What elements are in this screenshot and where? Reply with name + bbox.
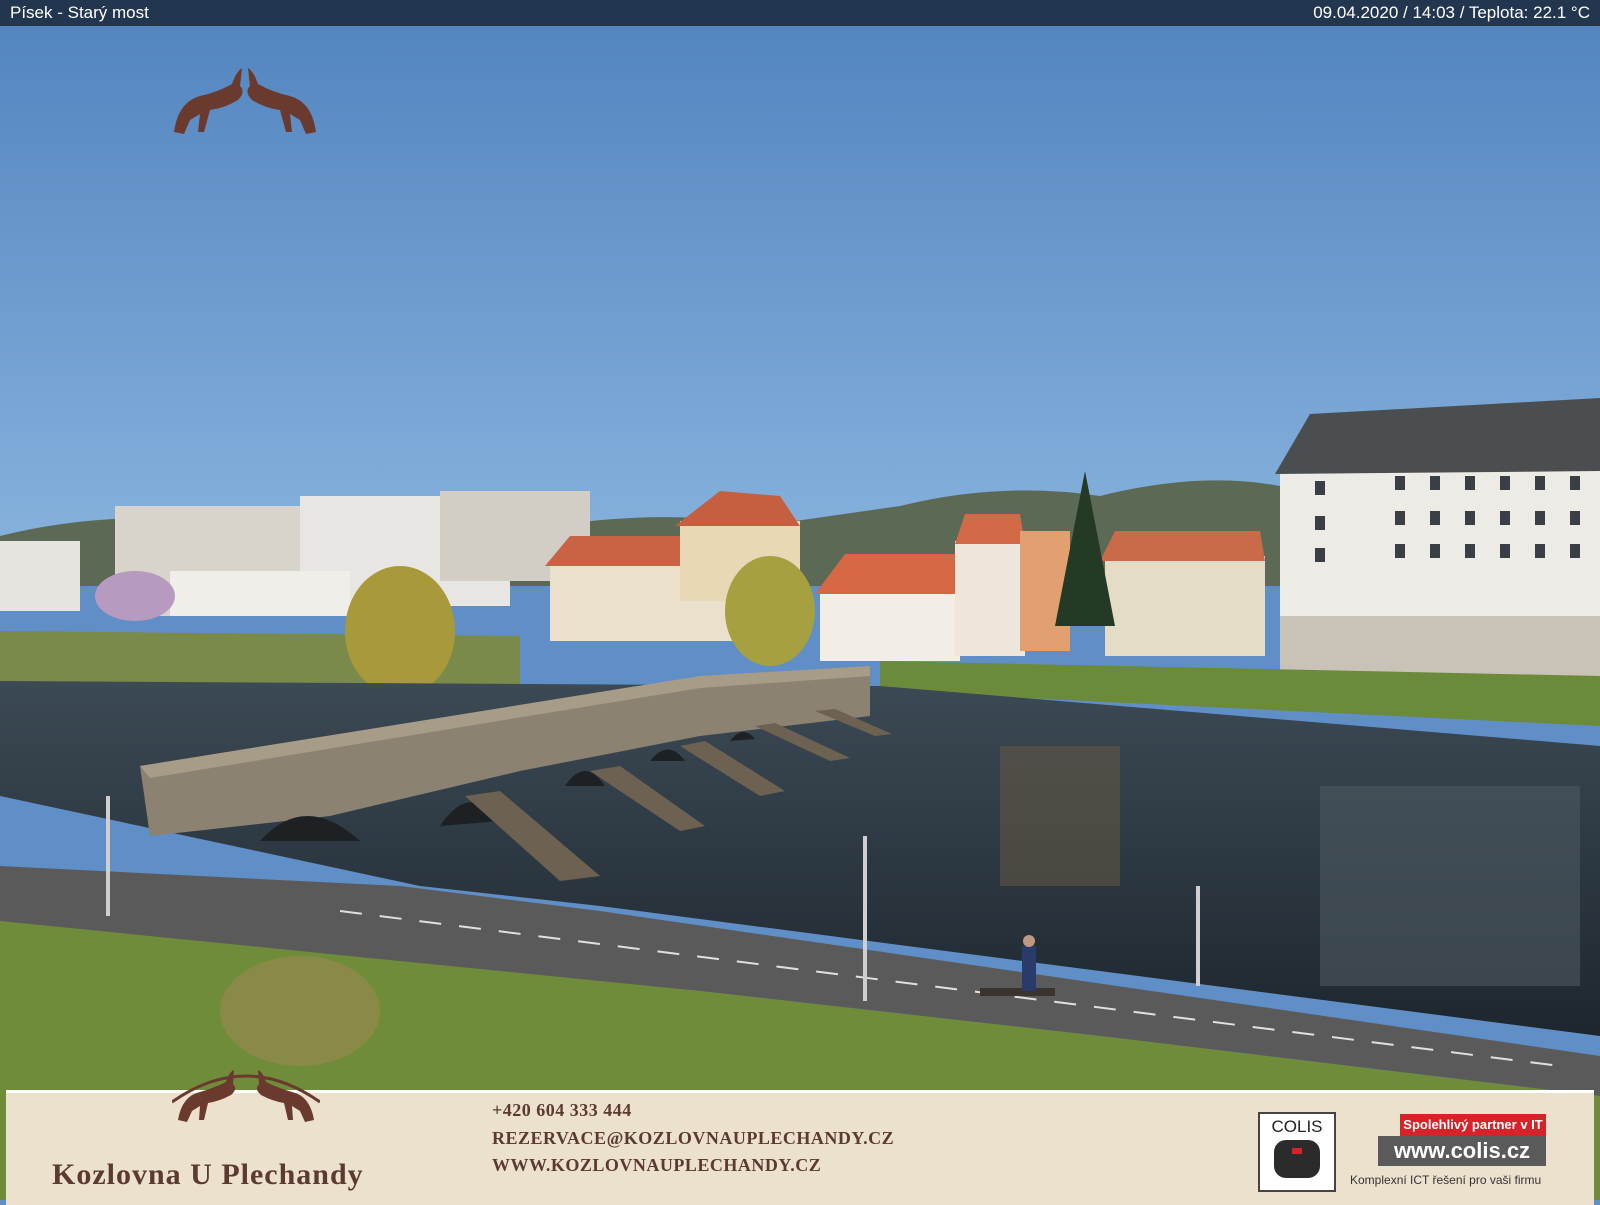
willow-tree: [345, 566, 455, 696]
webcam-overlay-bar: Písek - Starý most 09.04.2020 / 14:03 / …: [0, 0, 1600, 26]
goats-logo-icon: [174, 68, 316, 134]
person: [1022, 946, 1036, 991]
water-reflection: [1000, 746, 1120, 886]
building-block: [0, 541, 80, 611]
sponsor-url: www.colis.cz: [1378, 1136, 1546, 1166]
bench: [980, 988, 1055, 996]
colis-mark-icon: [1274, 1140, 1320, 1178]
water-reflection: [1320, 786, 1580, 986]
castle-wall: [1280, 616, 1600, 676]
bush: [220, 956, 380, 1066]
timestamp-temperature: 09.04.2020 / 14:03 / Teplota: 22.1 °C: [1313, 3, 1590, 22]
person-head: [1023, 935, 1035, 947]
building-block: [820, 591, 960, 661]
contact-email: REZERVACE@KOZLOVNAUPLECHANDY.CZ: [492, 1128, 895, 1148]
colis-logo: COLIS: [1258, 1112, 1336, 1192]
sponsor-tagline: Komplexní ICT řešení pro vaši firmu: [1350, 1173, 1542, 1187]
contact-phone: +420 604 333 444: [492, 1100, 632, 1120]
contact-website: WWW.KOZLOVNAUPLECHANDY.CZ: [492, 1155, 822, 1175]
willow-tree: [725, 556, 815, 666]
building-block: [170, 571, 350, 616]
building-block: [1105, 556, 1265, 656]
partner-badge: Spolehlivý partner v IT: [1400, 1114, 1546, 1136]
blossom-tree: [95, 571, 175, 621]
roof: [955, 514, 1025, 544]
roof: [1100, 531, 1265, 561]
brand-name: Kozlovna U Plechandy: [52, 1158, 364, 1191]
webcam-scene: [0, 26, 1600, 1200]
footer-goats-icon: [172, 1070, 320, 1122]
colis-logo-text: COLIS: [1271, 1117, 1323, 1136]
location-label: Písek - Starý most: [10, 3, 149, 22]
building-block: [955, 541, 1025, 656]
